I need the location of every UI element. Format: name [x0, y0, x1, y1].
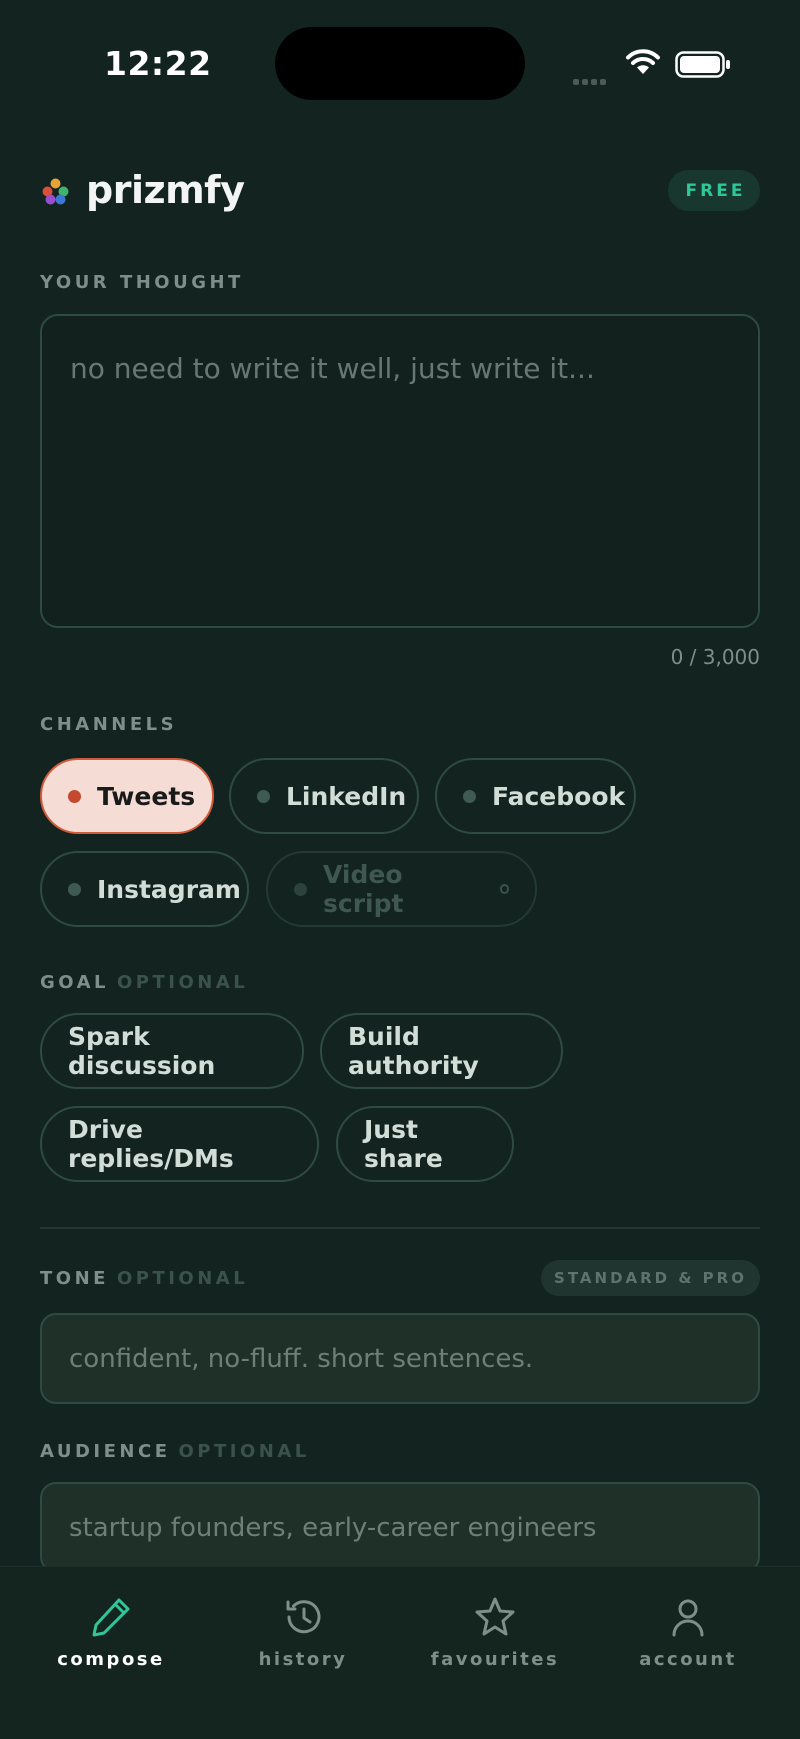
- dot-icon: [294, 882, 307, 896]
- nav-label: history: [258, 1649, 348, 1670]
- chip-label: LinkedIn: [286, 781, 407, 811]
- nav-label: account: [639, 1649, 737, 1670]
- channel-chip-facebook[interactable]: Facebook: [435, 758, 636, 834]
- user-icon: [672, 1599, 704, 1637]
- thought-input-box[interactable]: [40, 314, 760, 628]
- audience-field[interactable]: [40, 1482, 760, 1573]
- tone-field[interactable]: [40, 1313, 760, 1404]
- dot-icon: [463, 789, 476, 803]
- history-icon: [286, 1600, 321, 1634]
- goal-chip-just-share[interactable]: Just share: [336, 1106, 514, 1182]
- chip-label: Instagram: [97, 874, 241, 904]
- chip-label: Tweets: [97, 781, 196, 811]
- wifi-icon: [626, 49, 660, 74]
- thought-input[interactable]: [42, 316, 758, 626]
- channels-label: CHANNELS: [40, 714, 178, 735]
- char-count: 0 / 3,000: [670, 645, 760, 669]
- optional-tag: OPTIONAL: [116, 1268, 249, 1289]
- tone-input[interactable]: [42, 1315, 758, 1402]
- channel-chip-video-script[interactable]: Video script: [266, 851, 537, 927]
- channel-chip-instagram[interactable]: Instagram: [40, 851, 249, 927]
- nav-history[interactable]: history: [203, 1567, 403, 1687]
- brand-name: prizmfy: [86, 168, 245, 212]
- channel-chip-tweets[interactable]: Tweets: [40, 758, 214, 834]
- tone-label-text: TONE: [40, 1268, 109, 1289]
- selected-dot-icon: [68, 789, 81, 803]
- battery-icon: [675, 51, 730, 78]
- plan-badge[interactable]: FREE: [668, 170, 760, 211]
- nav-label: favourites: [430, 1649, 560, 1670]
- prizmfy-logo-icon: [42, 178, 69, 205]
- bottom-nav: compose history favourites account: [0, 1566, 800, 1739]
- chip-label: Drive replies/DMs: [68, 1115, 234, 1173]
- lock-indicator-icon: [499, 884, 509, 894]
- optional-tag: OPTIONAL: [117, 972, 249, 993]
- dynamic-island: [275, 27, 525, 100]
- cellular-signal-icon: [573, 70, 609, 89]
- optional-tag: OPTIONAL: [178, 1441, 310, 1462]
- goal-chip-spark-discussion[interactable]: Spark discussion: [40, 1013, 304, 1089]
- tier-badge: STANDARD & PRO: [541, 1260, 760, 1296]
- thought-label: YOUR THOUGHT: [40, 272, 244, 293]
- pencil-icon: [92, 1598, 130, 1637]
- nav-compose[interactable]: compose: [11, 1567, 211, 1687]
- goal-chip-build-authority[interactable]: Build authority: [320, 1013, 563, 1089]
- goal-label: GOAL OPTIONAL: [40, 972, 248, 993]
- tone-label: TONE OPTIONAL: [40, 1268, 248, 1289]
- nav-account[interactable]: account: [588, 1567, 788, 1687]
- status-time: 12:22: [104, 44, 212, 83]
- chip-label: Just share: [364, 1115, 443, 1173]
- dot-icon: [68, 882, 81, 896]
- chip-label: Build authority: [348, 1022, 479, 1080]
- chip-label: Spark discussion: [68, 1022, 216, 1080]
- audience-label: AUDIENCE OPTIONAL: [40, 1441, 310, 1462]
- nav-label: compose: [57, 1649, 165, 1670]
- chip-label: Video script: [323, 860, 404, 918]
- goal-label-text: GOAL: [40, 972, 109, 993]
- nav-favourites[interactable]: favourites: [395, 1567, 595, 1687]
- audience-input[interactable]: [42, 1484, 758, 1571]
- audience-label-text: AUDIENCE: [40, 1441, 171, 1462]
- chip-label: Facebook: [492, 781, 626, 811]
- dot-icon: [257, 789, 270, 803]
- star-icon: [475, 1597, 515, 1636]
- goal-chip-drive-replies[interactable]: Drive replies/DMs: [40, 1106, 319, 1182]
- channel-chip-linkedin[interactable]: LinkedIn: [229, 758, 419, 834]
- section-divider: [40, 1227, 760, 1229]
